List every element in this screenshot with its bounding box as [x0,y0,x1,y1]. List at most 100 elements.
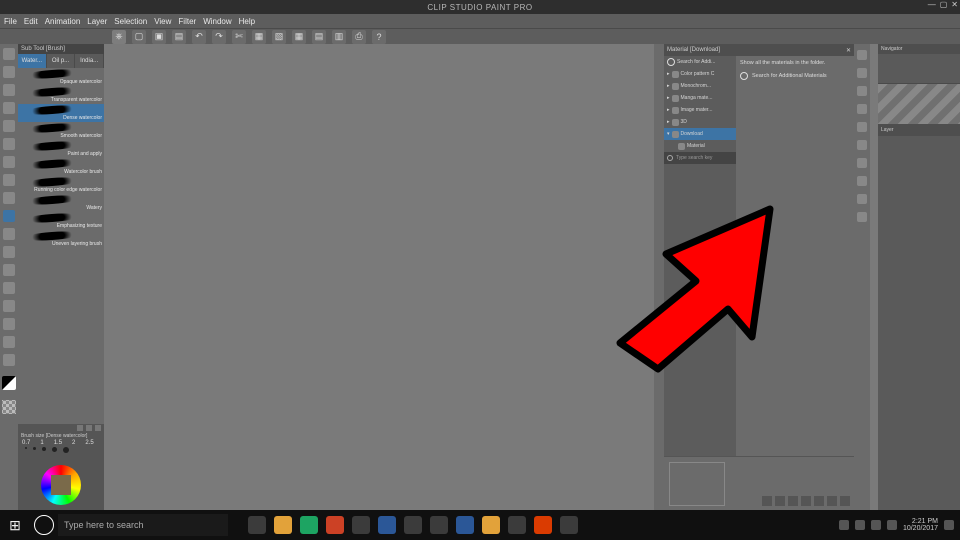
min-icon[interactable]: — [928,0,936,9]
subtool-options-icon[interactable] [77,425,83,431]
max-icon[interactable]: ▢ [940,0,948,9]
palette4-icon[interactable] [857,212,867,222]
brushsize-val[interactable]: 0.7 [22,440,30,446]
taskbar-app[interactable] [378,516,396,534]
taskbar-app[interactable] [430,516,448,534]
brush-item[interactable]: Watery [18,194,104,212]
tree-material-sub[interactable]: Material [664,140,736,152]
open-icon[interactable]: ▣ [152,30,166,44]
palette2-icon[interactable] [857,176,867,186]
brush-item[interactable]: Transparent watercolor [18,86,104,104]
tray-onedrive-icon[interactable] [855,520,865,530]
add-material-icon[interactable] [814,496,824,506]
tool-eyedropper[interactable] [3,156,15,168]
tree-color-pattern[interactable]: ▸Color pattern C [664,68,736,80]
tray-network-icon[interactable] [871,520,881,530]
tree-image[interactable]: ▸Image mater... [664,104,736,116]
taskbar-app[interactable] [326,516,344,534]
tree-3d[interactable]: ▸3D [664,116,736,128]
tray-volume-icon[interactable] [887,520,897,530]
brushsize-val[interactable]: 1.5 [54,440,62,446]
view-grid-icon[interactable] [788,496,798,506]
save-icon[interactable]: ▤ [172,30,186,44]
tool-blend[interactable] [3,282,15,294]
brush-item[interactable]: Running color edge watercolor [18,176,104,194]
menu-animation[interactable]: Animation [45,17,81,26]
tool-brush[interactable] [3,210,15,222]
brush-item[interactable]: Smooth watercolor [18,122,104,140]
material-props-icon[interactable] [827,496,837,506]
new-icon[interactable]: ▢ [132,30,146,44]
tool-gradient[interactable] [3,318,15,330]
brushsize-val[interactable]: 2.5 [85,440,93,446]
view-large-icon[interactable] [801,496,811,506]
menu-window[interactable]: Window [203,17,231,26]
taskbar-clock[interactable]: 2:21 PM 10/20/2017 [903,518,938,532]
color-swatch[interactable] [2,376,16,390]
tool-move[interactable] [3,66,15,78]
start-button[interactable]: ⊞ [0,510,30,540]
tool-decoration[interactable] [3,246,15,258]
subtool-delete-icon[interactable] [95,425,101,431]
quickaccess-icon[interactable] [857,50,867,60]
taskbar-app[interactable] [300,516,318,534]
brush-item[interactable]: Watercolor brush [18,158,104,176]
tray-up-icon[interactable] [839,520,849,530]
tool-eraser[interactable] [3,264,15,276]
tool-lasso[interactable] [3,120,15,132]
ruler-icon[interactable]: ▤ [312,30,326,44]
tree-search-additional[interactable]: Search for Addi... [664,56,736,68]
palette3-icon[interactable] [857,194,867,204]
subtool-add-icon[interactable] [86,425,92,431]
brush-item[interactable]: Uneven layering brush [18,230,104,248]
paste-icon[interactable]: ▧ [272,30,286,44]
grid-icon[interactable]: ▦ [292,30,306,44]
menu-help[interactable]: Help [239,17,255,26]
close-icon[interactable]: ✕ [951,0,958,9]
tab-indiaink[interactable]: India... [75,54,104,68]
tool-wand[interactable] [3,138,15,150]
help-icon[interactable]: ? [372,30,386,44]
layer-thumbnails[interactable] [878,84,960,124]
tool-airbrush[interactable] [3,228,15,240]
tab-oilpaint[interactable]: Oil p... [47,54,76,68]
menu-edit[interactable]: Edit [24,17,38,26]
redo-icon[interactable]: ↷ [212,30,226,44]
material-search-input[interactable]: Type search key [664,152,736,164]
material-close-icon[interactable]: ✕ [846,47,851,54]
menu-layer[interactable]: Layer [87,17,107,26]
brush-item[interactable]: Paint and apply [18,140,104,158]
menu-selection[interactable]: Selection [114,17,147,26]
palette-icon[interactable] [857,158,867,168]
taskbar-app[interactable] [274,516,292,534]
taskbar-app[interactable] [534,516,552,534]
brush-item[interactable]: Opaque watercolor [18,68,104,86]
taskbar-app[interactable] [560,516,578,534]
menu-file[interactable]: File [4,17,17,26]
copy-icon[interactable]: ▦ [252,30,266,44]
tool-text[interactable] [3,336,15,348]
taskbar-app[interactable] [508,516,526,534]
taskbar-app[interactable] [456,516,474,534]
tree-monochrome[interactable]: ▸Monochrom... [664,80,736,92]
brushsize-val[interactable]: 2 [72,440,75,446]
taskbar-app[interactable] [404,516,422,534]
cut-icon[interactable]: ✄ [232,30,246,44]
paste-material-icon[interactable] [762,496,772,506]
navigator-panel[interactable] [878,54,960,84]
color-wheel[interactable] [41,465,81,505]
cortana-icon[interactable] [34,515,54,535]
taskbar-search[interactable]: Type here to search [58,514,228,536]
notifications-icon[interactable] [944,520,954,530]
tool-magnify[interactable] [3,48,15,60]
layer-panel[interactable] [878,136,960,510]
taskbar-app[interactable] [482,516,500,534]
tool-pencil[interactable] [3,192,15,204]
print-icon[interactable]: ⎙ [352,30,366,44]
search-additional-link[interactable]: Search for Additional Materials [740,72,850,80]
history-icon[interactable] [857,122,867,132]
subview-icon[interactable] [857,68,867,78]
tool-pen[interactable] [3,174,15,186]
brush-item[interactable]: Emphasizing texture [18,212,104,230]
transparent-swatch[interactable] [2,400,16,414]
